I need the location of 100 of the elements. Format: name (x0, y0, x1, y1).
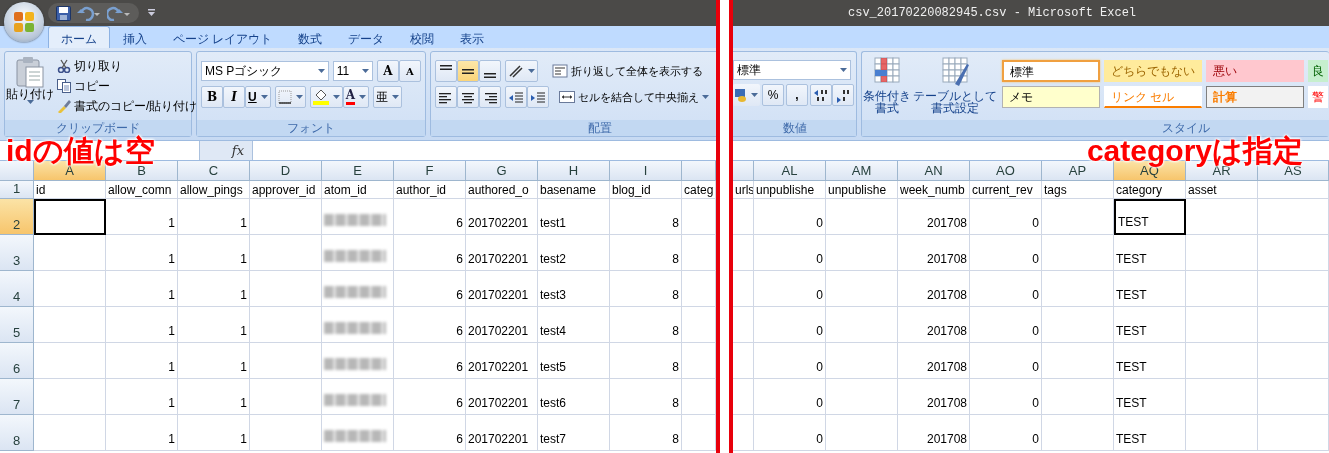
font-size-dropdown[interactable]: 11 (332, 61, 373, 81)
italic-button[interactable]: I (223, 86, 245, 108)
table-cell: unpublishe (754, 181, 826, 199)
align-top-button[interactable] (435, 60, 457, 82)
fill-color-button[interactable] (309, 86, 343, 108)
row-header[interactable]: 8 (0, 415, 34, 451)
ribbon-tab[interactable]: 挿入 (110, 26, 160, 48)
table-cell (34, 235, 106, 271)
font-name-dropdown[interactable]: MS Pゴシック (201, 61, 329, 81)
cell-style-option[interactable]: 警 (1308, 86, 1328, 108)
row-header[interactable]: 1 (0, 181, 34, 199)
cell-style-option[interactable]: どちらでもない (1104, 60, 1202, 82)
align-top-icon (440, 65, 452, 71)
decrease-indent-button[interactable] (505, 86, 527, 108)
align-bottom-button[interactable] (479, 60, 501, 82)
column-header[interactable]: I (610, 161, 682, 181)
caret-icon (702, 95, 709, 99)
table-cell: 201708 (898, 343, 970, 379)
orientation-button[interactable] (505, 60, 538, 82)
grow-font-button[interactable]: A (377, 60, 399, 82)
merge-center-button[interactable]: セルを結合して中央揃え (557, 87, 711, 107)
bold-button[interactable]: B (201, 86, 223, 108)
redo-button[interactable] (107, 5, 131, 21)
phonetic-button[interactable]: 亜 (373, 86, 402, 108)
table-cell (1258, 181, 1329, 199)
cell-style-option[interactable]: 悪い (1206, 60, 1304, 82)
row-header[interactable]: 3 (0, 235, 34, 271)
table-cell: 201702201 (466, 307, 538, 343)
blurred-value (324, 322, 386, 334)
table-cell: 0 (970, 199, 1042, 235)
table-cell: 1 (178, 415, 250, 451)
column-header[interactable]: AP (1042, 161, 1114, 181)
borders-button[interactable] (274, 86, 306, 108)
ribbon-tab[interactable]: データ (335, 26, 398, 48)
table-cell: 8 (610, 379, 682, 415)
column-header[interactable]: G (466, 161, 538, 181)
table-cell: TEST (1114, 271, 1186, 307)
ribbon-tab[interactable]: ページ レイアウト (160, 26, 286, 48)
cell-style-option[interactable]: 標準 (1002, 60, 1100, 82)
table-cell (1186, 343, 1258, 379)
decrease-decimal-button[interactable] (832, 84, 854, 106)
percent-button[interactable]: % (762, 84, 784, 106)
currency-button[interactable] (733, 84, 760, 106)
table-cell: 6 (394, 235, 466, 271)
cell-style-option[interactable]: メモ (1002, 86, 1100, 108)
increase-indent-button[interactable] (527, 86, 549, 108)
format-as-table-button[interactable]: テーブルとして 書式設定 (912, 52, 998, 116)
blurred-value (324, 430, 386, 442)
format-painter-button[interactable]: 書式のコピー/貼り付け (55, 96, 200, 116)
column-header[interactable]: D (250, 161, 322, 181)
table-cell: 1 (106, 343, 178, 379)
column-header[interactable]: C (178, 161, 250, 181)
table-cell: author_id (394, 181, 466, 199)
ribbon-tab[interactable]: ホーム (48, 26, 110, 48)
table-cell: current_rev (970, 181, 1042, 199)
ribbon-tab[interactable]: 数式 (285, 26, 336, 48)
table-cell: 0 (970, 235, 1042, 271)
number-format-dropdown[interactable]: 標準 (733, 60, 851, 80)
align-left-button[interactable] (435, 86, 457, 108)
table-cell (733, 199, 754, 235)
column-header[interactable]: AL (754, 161, 826, 181)
align-right-button[interactable] (479, 86, 501, 108)
row-header[interactable]: 2 (0, 199, 34, 235)
comma-button[interactable]: , (786, 84, 808, 106)
paste-button[interactable]: 貼り付け (5, 52, 55, 116)
decrease-decimal-icon (835, 88, 851, 103)
table-cell: 0 (754, 379, 826, 415)
undo-button[interactable] (77, 5, 101, 21)
table-cell: tags (1042, 181, 1114, 199)
conditional-formatting-button[interactable]: 条件付き 書式 (862, 52, 912, 116)
table-cell: 0 (970, 379, 1042, 415)
row-header[interactable]: 5 (0, 307, 34, 343)
column-header[interactable]: AN (898, 161, 970, 181)
increase-decimal-button[interactable] (810, 84, 832, 106)
shrink-font-button[interactable]: A (399, 60, 421, 82)
table-cell: 0 (970, 343, 1042, 379)
column-header[interactable]: AO (970, 161, 1042, 181)
table-cell (826, 199, 898, 235)
table-cell (34, 271, 106, 307)
column-header[interactable]: AM (826, 161, 898, 181)
table-cell: 201708 (898, 235, 970, 271)
table-cell: 8 (610, 271, 682, 307)
column-header[interactable]: H (538, 161, 610, 181)
font-color-button[interactable]: A (342, 86, 369, 108)
table-cell: TEST (1114, 199, 1186, 235)
row-header[interactable]: 4 (0, 271, 34, 307)
orientation-icon (508, 64, 524, 78)
cell-style-option[interactable]: 良 (1308, 60, 1328, 82)
ribbon-tab[interactable]: 校閲 (397, 26, 448, 48)
wrap-text-button[interactable]: 折り返して全体を表示する (550, 61, 705, 81)
save-button[interactable] (56, 5, 71, 21)
ribbon-tab[interactable]: 表示 (447, 26, 498, 48)
row-header[interactable]: 7 (0, 379, 34, 415)
blurred-value (324, 358, 386, 370)
column-header[interactable]: E (322, 161, 394, 181)
underline-button[interactable]: U (245, 86, 271, 108)
row-header[interactable]: 6 (0, 343, 34, 379)
align-center-button[interactable] (457, 86, 479, 108)
align-middle-button[interactable] (457, 60, 479, 82)
column-header[interactable]: F (394, 161, 466, 181)
